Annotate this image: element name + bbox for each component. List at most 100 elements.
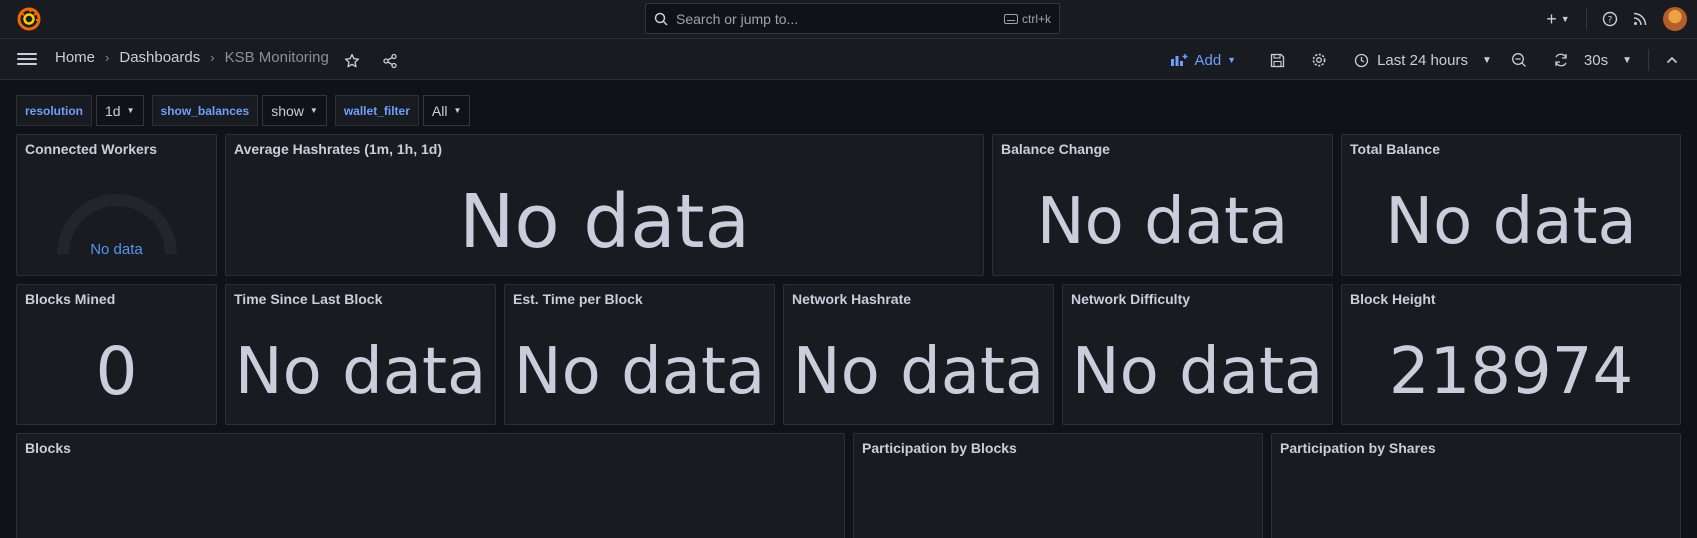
panel-title: Participation by Shares	[1280, 440, 1436, 456]
panel-value: 0	[95, 333, 138, 410]
dashboard-settings-button[interactable]	[1304, 47, 1334, 73]
panel-value: No data	[792, 334, 1045, 409]
help-icon: ?	[1602, 11, 1618, 27]
breadcrumb-current: KSB Monitoring	[224, 49, 329, 66]
star-icon	[344, 53, 360, 68]
panel-value: 218974	[1388, 334, 1634, 409]
time-range-picker[interactable]: Last 24 hours ▼	[1346, 52, 1500, 69]
panel-title: Average Hashrates (1m, 1h, 1d)	[234, 141, 443, 157]
save-dashboard-button[interactable]	[1262, 47, 1292, 73]
nav-right-controls: Add ▼ Last 24 hours ▼ 30s ▼	[1162, 46, 1687, 74]
variable-value: show	[271, 102, 304, 119]
shortcut-hint: ctrl+k	[1003, 11, 1051, 26]
panel-title: Blocks	[25, 440, 71, 456]
favorite-button[interactable]	[337, 48, 367, 74]
refresh-interval-label: 30s	[1583, 51, 1609, 69]
panel-connected-workers[interactable]: Connected Workers No data	[16, 134, 217, 276]
panel-value: No data	[234, 334, 487, 409]
zoom-out-icon	[1511, 53, 1526, 67]
breadcrumb-dashboards[interactable]: Dashboards	[119, 49, 200, 66]
divider	[1648, 49, 1649, 71]
panel-title: Network Hashrate	[792, 291, 912, 307]
panel-network-hashrate[interactable]: Network Hashrate No data	[783, 284, 1054, 425]
refresh-interval-picker[interactable]: 30s ▼	[1576, 52, 1640, 69]
variable-show-balances: show_balances show ▼	[151, 95, 327, 126]
panel-title: Total Balance	[1350, 141, 1440, 157]
dashboard-actions	[337, 48, 405, 74]
clock-icon	[1354, 53, 1369, 67]
chevron-down-icon: ▼	[1560, 14, 1570, 24]
chevron-right-icon: ›	[105, 50, 110, 65]
help-button[interactable]: ?	[1595, 6, 1625, 32]
panel-est-time-per-block[interactable]: Est. Time per Block No data	[504, 284, 775, 425]
panel-title: Participation by Blocks	[862, 440, 1017, 456]
svg-text:?: ?	[1608, 16, 1613, 26]
panel-network-difficulty[interactable]: Network Difficulty No data	[1062, 284, 1333, 425]
rss-icon	[1633, 12, 1647, 26]
panel-title: Balance Change	[1001, 141, 1110, 157]
add-button[interactable]: Add ▼	[1162, 52, 1244, 69]
share-icon	[383, 53, 397, 69]
gauge-arc	[57, 194, 177, 255]
add-panel-icon	[1171, 54, 1188, 66]
collapse-button[interactable]	[1657, 47, 1687, 73]
breadcrumb-home[interactable]: Home	[55, 49, 95, 66]
variable-label: show_balances	[151, 95, 259, 126]
search-icon	[654, 12, 668, 26]
search-input[interactable]: Search or jump to... ctrl+k	[645, 3, 1060, 34]
panel-blocks[interactable]: Blocks	[16, 433, 845, 538]
divider	[1586, 8, 1587, 30]
panel-average-hashrates[interactable]: Average Hashrates (1m, 1h, 1d) No data	[225, 134, 984, 276]
menu-toggle-button[interactable]	[17, 50, 37, 68]
variable-select[interactable]: 1d ▼	[96, 95, 144, 126]
chevron-down-icon: ▼	[1482, 54, 1492, 66]
refresh-icon	[1555, 53, 1567, 67]
chevron-down-icon: ▼	[453, 106, 462, 115]
variable-value: All	[431, 102, 448, 119]
variable-label: resolution	[16, 95, 93, 126]
panel-title: Blocks Mined	[25, 291, 116, 307]
variable-wallet-filter: wallet_filter All ▼	[334, 95, 471, 126]
save-icon	[1270, 53, 1284, 67]
variable-select[interactable]: show ▼	[262, 95, 327, 126]
shortcut-text: ctrl+k	[1021, 11, 1051, 26]
new-button[interactable]: + ▼	[1538, 6, 1578, 32]
zoom-out-button[interactable]	[1504, 47, 1534, 73]
variable-select[interactable]: All ▼	[422, 95, 471, 126]
variable-value: 1d	[105, 102, 121, 119]
news-button[interactable]	[1625, 6, 1655, 32]
time-range-label: Last 24 hours	[1377, 51, 1468, 69]
panel-blocks-mined[interactable]: Blocks Mined 0	[16, 284, 217, 425]
panel-balance-change[interactable]: Balance Change No data	[992, 134, 1333, 276]
share-button[interactable]	[375, 48, 405, 74]
panel-title: Network Difficulty	[1071, 291, 1191, 307]
panel-title: Time Since Last Block	[234, 291, 383, 307]
search-placeholder: Search or jump to...	[676, 10, 799, 27]
plus-icon: +	[1546, 8, 1557, 29]
panel-time-since-last-block[interactable]: Time Since Last Block No data	[225, 284, 496, 425]
top-right-actions: + ▼ ?	[1538, 6, 1687, 32]
chevron-right-icon: ›	[210, 50, 215, 65]
panel-title: Est. Time per Block	[513, 291, 643, 307]
nav-bar: Home › Dashboards › KSB Monitoring Add ▼…	[0, 39, 1697, 80]
top-bar: Search or jump to... ctrl+k + ▼ ?	[0, 0, 1697, 39]
chevron-down-icon: ▼	[126, 106, 135, 115]
chevron-up-icon	[1666, 56, 1678, 64]
panel-participation-by-shares[interactable]: Participation by Shares	[1271, 433, 1681, 538]
template-variables: resolution 1d ▼ show_balances show ▼ wal…	[16, 95, 471, 126]
panel-participation-by-blocks[interactable]: Participation by Blocks	[853, 433, 1263, 538]
panel-total-balance[interactable]: Total Balance No data	[1341, 134, 1681, 276]
refresh-button[interactable]	[1546, 47, 1576, 73]
gear-icon	[1312, 53, 1326, 67]
chevron-down-icon: ▼	[1622, 54, 1632, 66]
variable-resolution: resolution 1d ▼	[16, 95, 144, 126]
gauge-value: No data	[90, 241, 143, 258]
user-avatar[interactable]	[1663, 7, 1687, 31]
chevron-down-icon: ▼	[309, 106, 318, 115]
keyboard-icon	[1003, 13, 1018, 24]
grafana-logo-icon[interactable]	[17, 7, 41, 31]
panel-value: No data	[459, 179, 750, 265]
variable-label: wallet_filter	[334, 95, 419, 126]
panel-title: Connected Workers	[25, 141, 157, 157]
panel-block-height[interactable]: Block Height 218974	[1341, 284, 1681, 425]
